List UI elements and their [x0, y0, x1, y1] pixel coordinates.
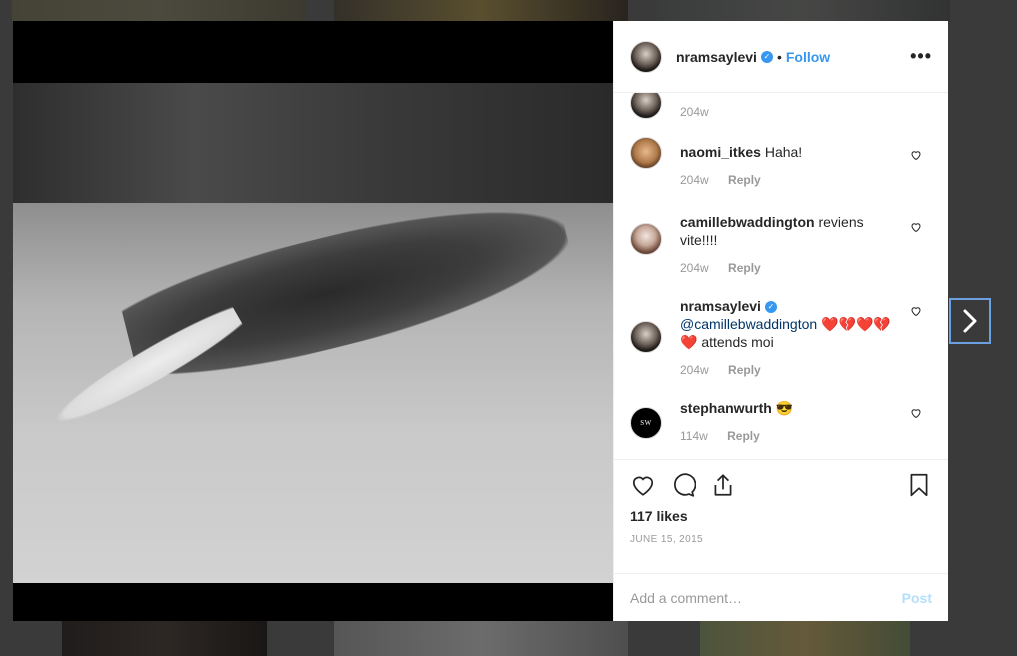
reply-button[interactable]: Reply — [727, 429, 760, 443]
comment-item: camillebwaddington reviens vite!!!! 204w… — [630, 213, 932, 275]
more-icon[interactable]: ••• — [910, 46, 932, 67]
comment-body: nramsaylevi ✓ @camillebwaddington ❤️💔❤️💔❤… — [680, 297, 932, 377]
follow-button[interactable]: Follow — [786, 49, 830, 65]
like-comment-icon[interactable] — [910, 305, 922, 317]
comment-mention[interactable]: @camillebwaddington — [680, 316, 817, 332]
comment-item: 204w — [630, 93, 932, 119]
comment-meta: 204w Reply — [680, 261, 898, 275]
likes-count[interactable]: 117 likes — [630, 508, 932, 524]
commenter-avatar[interactable] — [630, 93, 662, 119]
comment-text: stephanwurth 😎 — [680, 399, 898, 417]
comment-message: Haha! — [764, 144, 803, 160]
post-modal: nramsaylevi ✓ • Follow ••• 204w naomi_it… — [13, 21, 948, 621]
comment-message: 😎 — [775, 400, 794, 416]
comment-body: camillebwaddington reviens vite!!!! 204w… — [680, 213, 932, 275]
commenter-avatar[interactable] — [630, 223, 662, 255]
author-username[interactable]: nramsaylevi — [676, 49, 757, 65]
comment-body: stephanwurth 😎 114w Reply — [680, 399, 932, 443]
post-header: nramsaylevi ✓ • Follow ••• — [614, 21, 948, 93]
comment-input[interactable] — [630, 589, 902, 606]
post-date: JUNE 15, 2015 — [630, 534, 704, 545]
reply-button[interactable]: Reply — [728, 173, 761, 187]
commenter-username[interactable]: nramsaylevi — [680, 298, 761, 314]
comment-time: 204w — [680, 363, 709, 377]
bookmark-icon[interactable] — [906, 472, 932, 498]
comment-item: SW stephanwurth 😎 114w Reply — [630, 399, 932, 443]
comment-time: 204w — [680, 105, 709, 119]
comment-body: 204w — [680, 93, 932, 119]
comment-time: 114w — [680, 429, 708, 443]
share-icon[interactable] — [710, 472, 736, 498]
comment-meta: 204w Reply — [680, 173, 898, 187]
post-image — [13, 83, 613, 583]
add-comment-bar: Post — [614, 573, 948, 621]
separator-dot: • — [776, 48, 782, 65]
comment-text: camillebwaddington reviens vite!!!! — [680, 213, 898, 249]
comment-time: 204w — [680, 261, 709, 275]
comment-meta: 204w — [680, 93, 898, 119]
comment-meta: 204w Reply — [680, 363, 898, 377]
like-comment-icon[interactable] — [910, 221, 922, 233]
like-comment-icon[interactable] — [910, 149, 922, 161]
post-photo[interactable] — [13, 21, 613, 621]
image-wall — [13, 83, 613, 203]
commenter-avatar[interactable] — [630, 321, 662, 353]
author-avatar[interactable] — [630, 40, 662, 73]
heart-icon[interactable] — [630, 472, 656, 498]
next-post-button[interactable] — [949, 298, 991, 344]
comment-item: naomi_itkes Haha! 204w Reply — [630, 137, 932, 187]
comment-item: nramsaylevi ✓ @camillebwaddington ❤️💔❤️💔❤… — [630, 297, 932, 377]
commenter-username[interactable]: naomi_itkes — [680, 144, 761, 160]
commenter-username[interactable]: stephanwurth — [680, 400, 772, 416]
verified-icon: ✓ — [764, 301, 777, 314]
comment-text: nramsaylevi ✓ @camillebwaddington ❤️💔❤️💔❤… — [680, 297, 898, 351]
chevron-right-icon — [963, 309, 977, 333]
post-actions: 117 likes JUNE 15, 2015 — [614, 459, 948, 573]
post-sidebar: nramsaylevi ✓ • Follow ••• 204w naomi_it… — [613, 21, 948, 621]
commenter-avatar[interactable] — [630, 137, 662, 169]
comment-meta: 114w Reply — [680, 429, 898, 443]
post-button[interactable]: Post — [902, 590, 932, 606]
comment-text: naomi_itkes Haha! — [680, 137, 898, 161]
like-comment-icon[interactable] — [910, 407, 922, 419]
comment-icon[interactable] — [670, 472, 696, 498]
commenter-username[interactable]: camillebwaddington — [680, 214, 815, 230]
verified-icon: ✓ — [760, 50, 773, 63]
comment-time: 204w — [680, 173, 709, 187]
action-icons — [630, 470, 932, 500]
commenter-avatar[interactable]: SW — [630, 407, 662, 439]
reply-button[interactable]: Reply — [728, 261, 761, 275]
reply-button[interactable]: Reply — [728, 363, 761, 377]
comment-body: naomi_itkes Haha! 204w Reply — [680, 137, 932, 187]
comment-list[interactable]: 204w naomi_itkes Haha! 204w Reply camill… — [614, 93, 948, 459]
